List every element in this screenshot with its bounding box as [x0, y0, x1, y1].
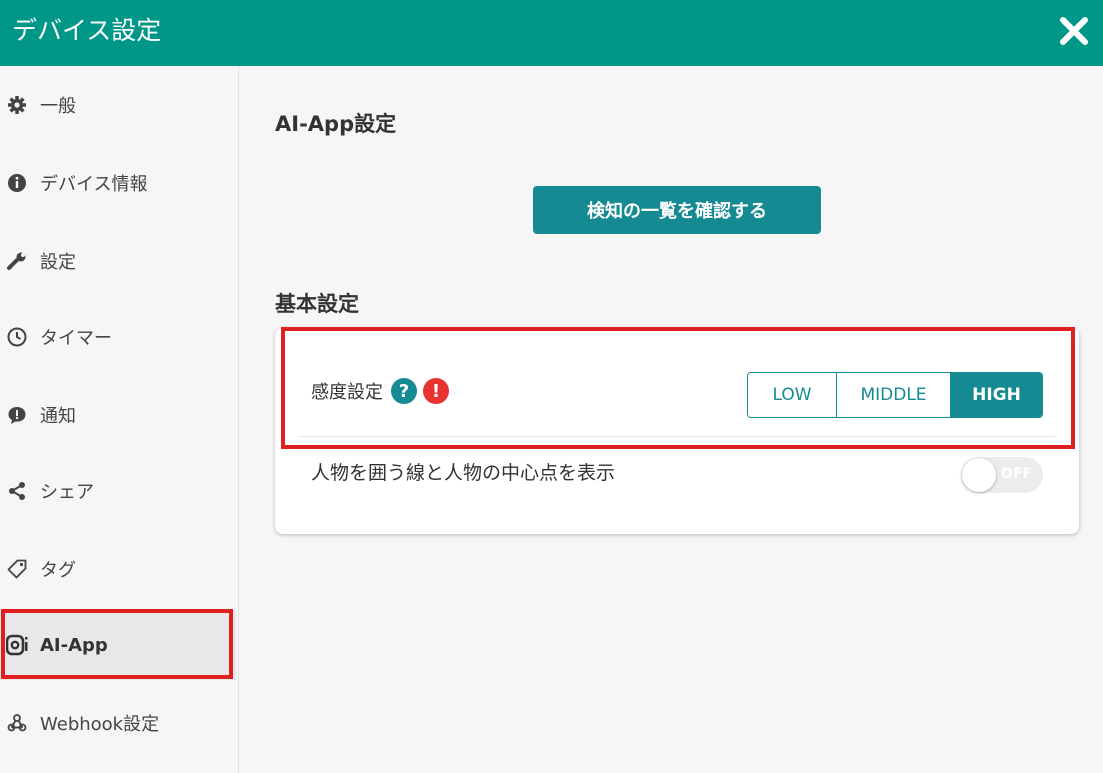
webhook-icon [6, 712, 28, 734]
clock-icon [6, 326, 28, 348]
sidebar-item-tag[interactable]: タグ [0, 534, 236, 604]
sidebar-item-label: 一般 [40, 96, 76, 117]
help-icon[interactable]: ? [391, 378, 417, 404]
sensitivity-row: 感度設定 ? ! [311, 378, 449, 404]
gear-icon [6, 94, 28, 116]
basic-settings-card: 感度設定 ? ! LOW MIDDLE HIGH 人物を囲う線と人物の中心点を表… [275, 328, 1079, 534]
sidebar-item-label: タイマー [40, 328, 112, 349]
sidebar-item-label: タグ [40, 560, 76, 581]
bounding-box-label: 人物を囲う線と人物の中心点を表示 [311, 462, 616, 484]
sidebar-item-share[interactable]: シェア [0, 456, 236, 526]
sidebar-item-ai-app[interactable]: AI-App [0, 610, 236, 680]
sidebar-item-label: デバイス情報 [40, 174, 148, 195]
sidebar-item-label: 設定 [40, 252, 76, 273]
sensitivity-middle-button[interactable]: MIDDLE [837, 373, 951, 417]
sidebar-item-notification[interactable]: 通知 [0, 380, 236, 450]
sidebar: 一般 デバイス情報 設定 タイマー 通知 シェア タグ AI-App Webho… [0, 66, 239, 773]
share-icon [6, 480, 28, 502]
main-content: AI-App設定 検知の一覧を確認する 基本設定 感度設定 ? ! LOW MI… [239, 66, 1103, 773]
basic-settings-title: 基本設定 [275, 292, 359, 316]
divider [299, 436, 1055, 437]
sidebar-item-webhook[interactable]: Webhook設定 [0, 688, 236, 758]
sensitivity-high-button[interactable]: HIGH [951, 373, 1042, 417]
sidebar-item-timer[interactable]: タイマー [0, 302, 236, 372]
sidebar-item-device-info[interactable]: デバイス情報 [0, 148, 236, 218]
toggle-knob [962, 458, 996, 492]
toggle-state: OFF [1001, 466, 1033, 482]
page-title: デバイス設定 [12, 16, 162, 45]
sensitivity-label: 感度設定 [311, 382, 383, 403]
sidebar-item-label: 通知 [40, 406, 76, 427]
sensitivity-selector: LOW MIDDLE HIGH [747, 372, 1043, 418]
close-icon[interactable] [1059, 14, 1089, 48]
sidebar-item-label: AI-App [40, 634, 108, 656]
sidebar-item-settings[interactable]: 設定 [0, 226, 236, 296]
tag-icon [6, 558, 28, 580]
app-header: デバイス設定 [0, 0, 1103, 66]
notification-icon [6, 404, 28, 426]
view-detections-button[interactable]: 検知の一覧を確認する [533, 186, 821, 234]
warning-icon[interactable]: ! [423, 378, 449, 404]
sidebar-item-label: シェア [40, 482, 94, 503]
wrench-icon [6, 250, 28, 272]
sidebar-item-general[interactable]: 一般 [0, 70, 236, 140]
info-icon [6, 172, 28, 194]
sidebar-item-label: Webhook設定 [40, 714, 160, 735]
ai-app-icon [6, 634, 28, 656]
section-title: AI-App設定 [275, 112, 397, 136]
bounding-box-toggle[interactable]: OFF [961, 457, 1043, 493]
sensitivity-low-button[interactable]: LOW [748, 373, 837, 417]
